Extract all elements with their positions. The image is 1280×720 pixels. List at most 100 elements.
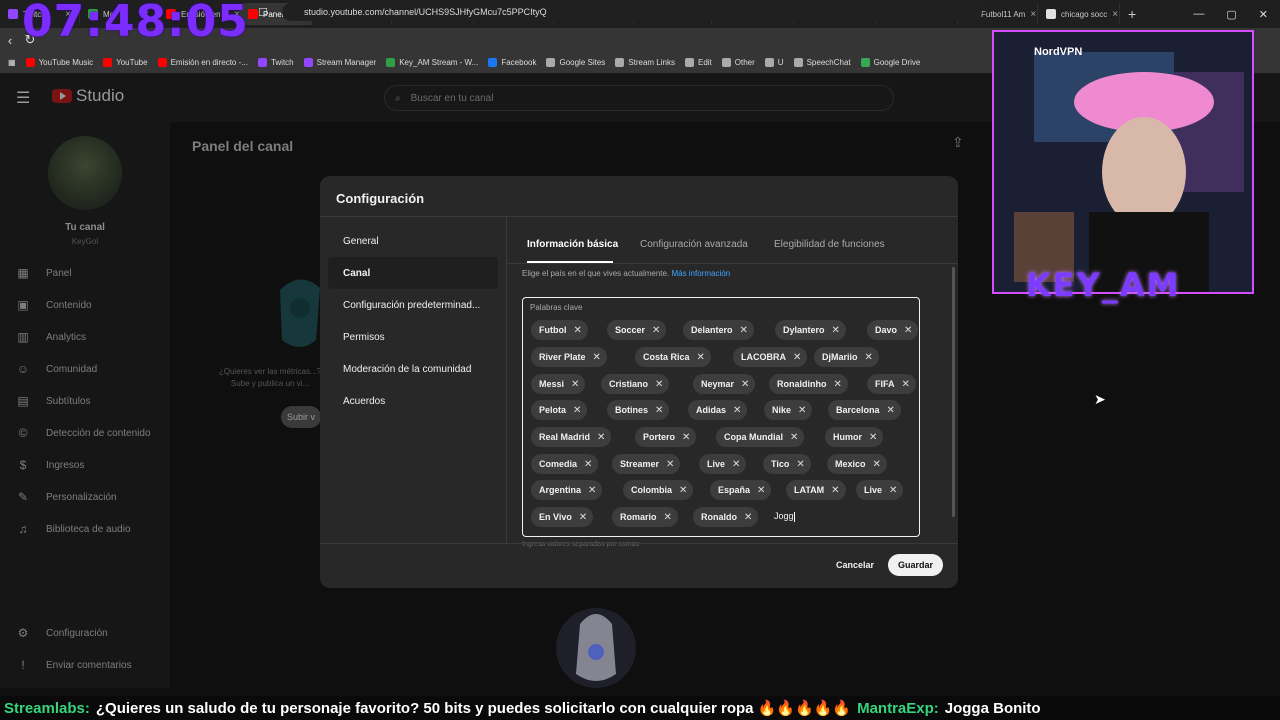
menu-icon[interactable]: ☰ xyxy=(16,88,30,108)
new-tab-icon[interactable]: + xyxy=(1120,6,1144,22)
save-button[interactable]: Guardar xyxy=(888,554,944,576)
bookmark-item[interactable]: Emisión en directo -... xyxy=(157,58,248,67)
remove-keyword-icon[interactable]: ✕ xyxy=(679,485,687,496)
remove-keyword-icon[interactable]: ✕ xyxy=(873,459,881,470)
tab-basic-info[interactable]: Información básica xyxy=(527,239,618,250)
bookmark-item[interactable]: SpeechChat xyxy=(793,58,851,67)
remove-keyword-icon[interactable]: ✕ xyxy=(588,485,596,496)
url-field[interactable]: studio.youtube.com/channel/UCHS9SJHfyGMc… xyxy=(282,3,982,21)
channel-search[interactable]: ⌕ Buscar en tu canal xyxy=(384,85,894,111)
apps-icon[interactable]: ▦ xyxy=(8,58,16,67)
settings-nav-item[interactable]: Acuerdos xyxy=(328,385,498,417)
remove-keyword-icon[interactable]: ✕ xyxy=(790,432,798,443)
keyword-input[interactable]: Jogg xyxy=(774,511,795,522)
sidebar-item-subtitles[interactable]: ▤ Subtítulos xyxy=(16,394,90,408)
remove-keyword-icon[interactable]: ✕ xyxy=(793,352,801,363)
remove-keyword-icon[interactable]: ✕ xyxy=(579,512,587,523)
remove-keyword-icon[interactable]: ✕ xyxy=(887,405,895,416)
sidebar-item-content[interactable]: ▣ Contenido xyxy=(16,298,91,312)
bookmark-item[interactable]: Stream Links xyxy=(615,58,675,67)
bookmark-item[interactable]: YouTube xyxy=(103,58,148,67)
remove-keyword-icon[interactable]: ✕ xyxy=(666,459,674,470)
tab-feature-eligibility[interactable]: Elegibilidad de funciones xyxy=(774,239,885,250)
keyword-chip-label: Real Madrid xyxy=(539,432,591,442)
remove-keyword-icon[interactable]: ✕ xyxy=(652,325,660,336)
remove-keyword-icon[interactable]: ✕ xyxy=(655,405,663,416)
remove-keyword-icon[interactable]: ✕ xyxy=(597,432,605,443)
remove-keyword-icon[interactable]: ✕ xyxy=(584,459,592,470)
sidebar-item-analytics[interactable]: ▥ Analytics xyxy=(16,330,86,344)
bookmark-item[interactable]: Twitch xyxy=(257,58,294,67)
cancel-button[interactable]: Cancelar xyxy=(826,554,884,576)
bookmark-item[interactable]: Google Sites xyxy=(546,58,605,67)
more-info-link[interactable]: Más información xyxy=(671,269,730,278)
keywords-field[interactable]: Palabras clave ✕ Futbol ✕ Soccer ✕ Delantero… xyxy=(522,297,920,537)
settings-nav-item[interactable]: Permisos xyxy=(328,321,498,353)
remove-keyword-icon[interactable]: ✕ xyxy=(869,432,877,443)
back-icon[interactable]: ‹ xyxy=(0,33,20,48)
scrollbar[interactable] xyxy=(952,267,955,517)
remove-keyword-icon[interactable]: ✕ xyxy=(655,379,663,390)
remove-keyword-icon[interactable]: ✕ xyxy=(757,485,765,496)
remove-keyword-icon[interactable]: ✕ xyxy=(740,325,748,336)
maximize-icon[interactable]: ▢ xyxy=(1226,8,1236,21)
remove-keyword-icon[interactable]: ✕ xyxy=(697,352,705,363)
studio-logo[interactable]: Studio xyxy=(52,86,124,106)
remove-keyword-icon[interactable]: ✕ xyxy=(574,325,582,336)
settings-nav-item[interactable]: Configuración predeterminad... xyxy=(328,289,498,321)
bookmark-item[interactable]: Stream Manager xyxy=(303,58,376,67)
remove-keyword-icon[interactable]: ✕ xyxy=(732,459,740,470)
dashboard-empty-text: ¿Quieres ver las métricas...? Sube y pub… xyxy=(218,367,322,388)
remove-keyword-icon[interactable]: ✕ xyxy=(832,325,840,336)
channel-avatar[interactable] xyxy=(48,136,122,210)
remove-keyword-icon[interactable]: ✕ xyxy=(744,512,752,523)
keyword-chip-label: Portero xyxy=(643,432,676,442)
remove-keyword-icon[interactable]: ✕ xyxy=(664,512,672,523)
remove-keyword-icon[interactable]: ✕ xyxy=(831,485,839,496)
feedback-icon: ! xyxy=(21,658,25,672)
bookmark-favicon-icon xyxy=(546,58,556,67)
bookmark-favicon-icon xyxy=(257,58,267,67)
remove-keyword-icon[interactable]: ✕ xyxy=(733,405,741,416)
remove-keyword-icon[interactable]: ✕ xyxy=(902,379,910,390)
bookmark-item[interactable]: Google Drive xyxy=(860,58,920,67)
bookmark-item[interactable]: Facebook xyxy=(488,58,536,67)
bookmark-item[interactable]: Other xyxy=(721,58,755,67)
upload-video-button[interactable]: Subir v xyxy=(281,406,321,428)
remove-keyword-icon[interactable]: ✕ xyxy=(741,379,749,390)
sidebar-item-audio-library[interactable]: ♫ Biblioteca de audio xyxy=(16,522,131,536)
remove-keyword-icon[interactable]: ✕ xyxy=(796,459,804,470)
remove-keyword-icon[interactable]: ✕ xyxy=(865,352,873,363)
bookmark-item[interactable]: YouTube Music xyxy=(25,58,93,67)
close-tab-icon[interactable]: × xyxy=(1030,9,1036,20)
bookmark-item[interactable]: Key_AM Stream - W... xyxy=(386,58,478,67)
sidebar-item-earn[interactable]: $ Ingresos xyxy=(16,458,85,472)
bookmark-item[interactable]: U xyxy=(764,58,784,67)
settings-nav-item[interactable]: General xyxy=(328,225,498,257)
keyword-chip: Colombia ✕ xyxy=(623,480,694,500)
remove-keyword-icon[interactable]: ✕ xyxy=(834,379,842,390)
upload-icon[interactable]: ⇪ xyxy=(952,134,964,151)
browser-tab[interactable]: chicago socc × xyxy=(1038,3,1120,25)
bookmark-page-icon[interactable]: ☐ xyxy=(258,6,268,19)
remove-keyword-icon[interactable]: ✕ xyxy=(571,379,579,390)
sidebar-item-copyright[interactable]: © Detección de contenido xyxy=(16,426,151,440)
sidebar-item-dashboard[interactable]: ▦ Panel xyxy=(16,266,71,280)
tab-advanced-settings[interactable]: Configuración avanzada xyxy=(640,239,748,250)
sidebar-item-settings[interactable]: ⚙ Configuración xyxy=(16,626,108,640)
close-window-icon[interactable]: ✕ xyxy=(1259,8,1268,21)
sidebar-item-feedback[interactable]: ! Enviar comentarios xyxy=(16,658,131,672)
settings-nav-item[interactable]: Canal xyxy=(328,257,498,289)
remove-keyword-icon[interactable]: ✕ xyxy=(593,352,601,363)
remove-keyword-icon[interactable]: ✕ xyxy=(798,405,806,416)
remove-keyword-icon[interactable]: ✕ xyxy=(889,485,897,496)
remove-keyword-icon[interactable]: ✕ xyxy=(682,432,690,443)
sidebar-item-community[interactable]: ☺ Comunidad xyxy=(16,362,97,376)
close-tab-icon[interactable]: × xyxy=(1112,9,1118,20)
sidebar-item-customization[interactable]: ✎ Personalización xyxy=(16,490,117,504)
bookmark-item[interactable]: Edit xyxy=(684,58,712,67)
minimize-icon[interactable]: — xyxy=(1193,8,1204,20)
remove-keyword-icon[interactable]: ✕ xyxy=(904,325,912,336)
settings-nav-item[interactable]: Moderación de la comunidad xyxy=(328,353,498,385)
remove-keyword-icon[interactable]: ✕ xyxy=(573,405,581,416)
